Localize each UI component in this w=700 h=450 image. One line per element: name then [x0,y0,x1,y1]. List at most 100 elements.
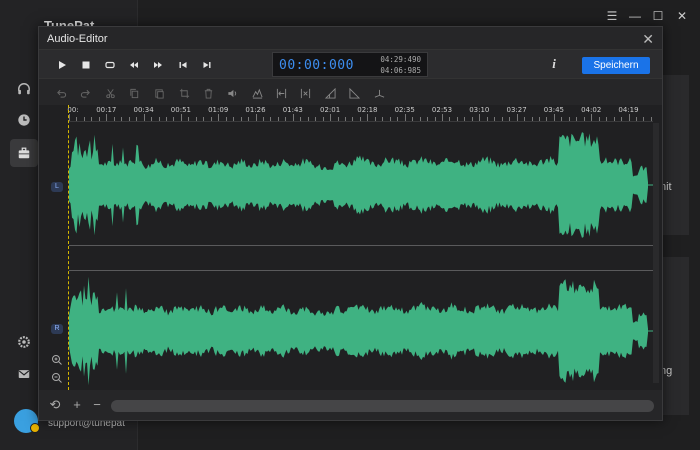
stop-icon[interactable] [79,58,93,72]
trim-icon[interactable] [275,87,287,99]
ruler-tick-mark [188,117,190,121]
ruler-tick-mark [576,117,578,121]
ruler-tick-mark [151,117,153,121]
fade-out-icon[interactable] [348,87,360,99]
total-time-b: 04:06:985 [380,66,421,75]
ruler-tick-mark [180,114,182,121]
ruler-tick-mark [531,117,533,121]
ruler-tick-mark [210,117,212,121]
ruler-tick-mark [158,117,160,121]
left-waveform-svg [69,132,653,238]
horizontal-scrollbar[interactable] [111,400,654,412]
ruler-tick-mark [106,114,108,121]
total-time-a: 04:29:490 [380,55,421,64]
loop-icon[interactable] [103,58,117,72]
amplify-icon[interactable] [251,87,263,99]
ruler-tick-mark [292,114,294,121]
ruler-tick-mark [412,117,414,121]
ruler-tick-mark [397,117,399,121]
ruler-tick-mark [434,117,436,121]
pitch-icon[interactable] [373,87,385,99]
delete-icon[interactable] [202,87,214,99]
ruler-tick-mark [83,117,85,121]
ruler-tick-mark [315,117,317,121]
ruler-tick-mark [524,117,526,121]
audio-editor-dialog: Audio-Editor ✕ 00:00:000 04:29:490 04:06… [38,26,663,421]
zoom-out-icon[interactable] [51,371,63,383]
ruler-tick-mark [635,117,637,121]
ruler-tick-mark [233,117,235,121]
headphones-icon[interactable] [10,75,38,103]
crop-icon[interactable] [178,87,190,99]
info-icon[interactable]: i [548,56,560,72]
ruler-tick-mark [568,117,570,121]
ruler-tick-mark [262,117,264,121]
ruler-tick-mark [165,117,167,121]
bottom-bar: ⟲ + − [39,395,662,417]
zoom-in-icon[interactable] [51,353,63,365]
right-channel-waveform[interactable] [69,272,653,390]
ruler-tick-mark [277,117,279,121]
play-icon[interactable] [55,58,69,72]
redo-icon[interactable] [79,87,91,99]
playback-toolbar: 00:00:000 04:29:490 04:06:985 i Speicher… [39,49,662,79]
left-channel-waveform[interactable] [69,125,653,245]
remove-icon[interactable]: − [91,398,103,411]
ruler-tick-mark [598,117,600,121]
skip-back-icon[interactable] [176,58,190,72]
dialog-close-icon[interactable]: ✕ [642,31,654,48]
undo-icon[interactable] [55,87,67,99]
ruler-tick-mark [248,117,250,121]
mail-icon[interactable] [10,360,38,388]
vertical-scrollbar[interactable] [653,123,659,383]
copy-icon[interactable] [128,87,140,99]
ruler-tick-mark [322,117,324,121]
ruler-tick-mark [591,114,593,121]
ruler-tick-mark [479,114,481,121]
channel-divider-bottom [69,270,653,271]
fast-forward-icon[interactable] [151,58,165,72]
clock-icon[interactable] [10,106,38,134]
ruler-tick-mark [240,117,242,121]
ruler-tick-mark [389,117,391,121]
right-waveform-svg [69,276,653,386]
ruler-tick-mark [374,117,376,121]
ruler-tick-mark [113,117,115,121]
time-ruler[interactable]: 00: 00:17 00:34 00:51 01:09 01:26 01:43 02:01 02… [67,105,653,122]
minimize-icon[interactable]: — [628,9,642,23]
ruler-tick-mark [516,114,518,121]
silence-icon[interactable] [299,87,311,99]
ruler-tick-mark [255,114,257,121]
fade-in-icon[interactable] [324,87,336,99]
settings-icon[interactable] [10,328,38,356]
volume-icon[interactable] [226,87,238,99]
menu-icon[interactable]: ☰ [605,9,619,23]
paste-icon[interactable] [153,87,165,99]
ruler-tick-mark [538,117,540,121]
ruler-tick-mark [509,117,511,121]
premium-badge-icon [30,423,40,433]
maximize-icon[interactable]: ☐ [651,9,665,23]
waveform-editor[interactable]: 00: 00:17 00:34 00:51 01:09 01:26 01:43 02:01 02… [39,105,662,390]
ruler-tick-mark [382,117,384,121]
rewind-icon[interactable] [127,58,141,72]
playhead[interactable] [68,105,69,390]
ruler-tick-mark [486,117,488,121]
ruler-tick-mark [195,117,197,121]
cut-icon[interactable] [104,87,116,99]
ruler-tick-label: 00:51 [170,106,191,114]
window-close-icon[interactable]: ✕ [675,9,689,23]
ruler-tick-label: 03:10 [469,106,490,114]
ruler-tick-mark [345,117,347,121]
ruler-tick-label: 01:43 [282,106,303,114]
skip-forward-icon[interactable] [200,58,214,72]
ruler-tick-mark [121,117,123,121]
toolbox-icon[interactable] [10,139,38,167]
save-button[interactable]: Speichern [582,57,650,74]
ruler-tick-label: 01:09 [208,106,229,114]
reset-zoom-icon[interactable]: ⟲ [49,398,61,411]
ruler-tick-label: 04:19 [618,106,639,114]
ruler-tick-label: 01:26 [245,106,266,114]
ruler-tick-mark [501,117,503,121]
add-icon[interactable]: + [71,398,83,411]
